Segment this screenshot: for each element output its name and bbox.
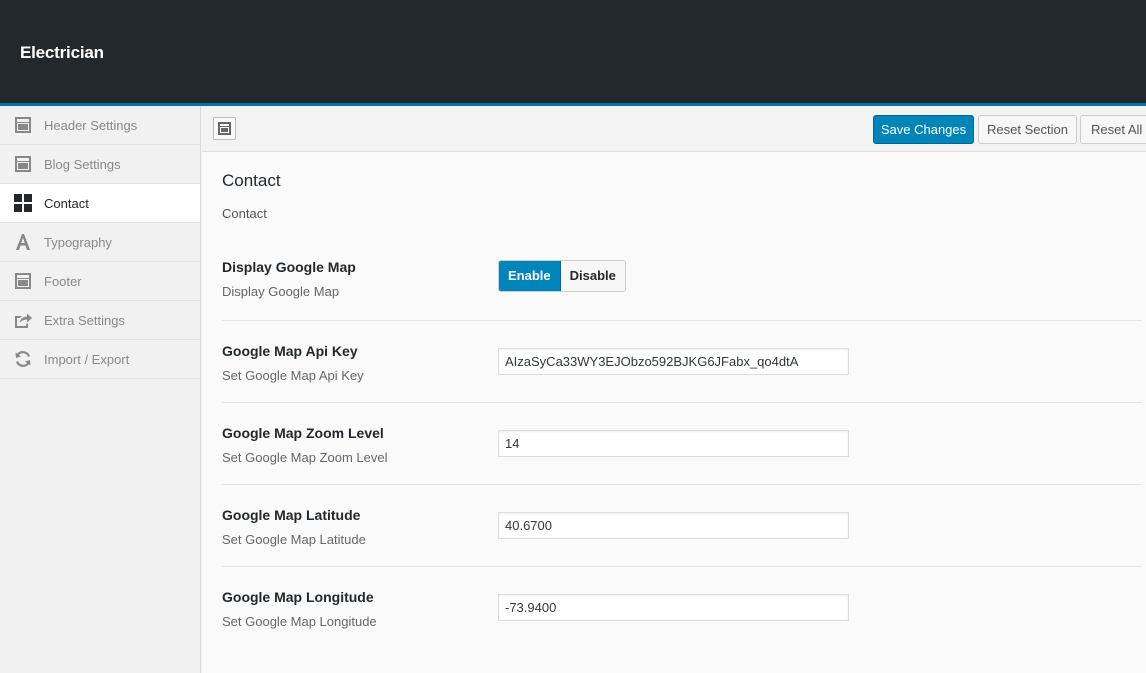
zoom-level-input[interactable] [498,430,849,457]
field-label: Google Map Latitude [222,507,361,523]
sidebar-item-extra-settings[interactable]: Extra Settings [0,301,200,340]
sidebar-item-label: Import / Export [44,352,130,367]
sidebar-item-header-settings[interactable]: Header Settings [0,106,200,145]
disable-button[interactable]: Disable [560,261,625,291]
display-map-switch: Enable Disable [498,260,626,292]
section-description: Contact [222,206,267,221]
reset-all-button[interactable]: Reset All [1080,115,1146,144]
field-google-map-latitude: Google Map Latitude Set Google Map Latit… [222,485,1142,567]
layout-icon [218,122,231,135]
refresh-icon [15,351,31,367]
enable-button[interactable]: Enable [499,261,561,291]
sidebar-item-label: Contact [44,196,89,211]
layout-icon [15,117,31,133]
sidebar-item-label: Footer [44,274,82,289]
field-subtitle: Set Google Map Longitude [222,614,377,629]
layout-icon [15,273,31,289]
typography-icon [16,234,30,250]
field-subtitle: Set Google Map Latitude [222,532,366,547]
field-google-map-api-key: Google Map Api Key Set Google Map Api Ke… [222,321,1142,403]
longitude-input[interactable] [498,594,849,621]
sidebar-item-label: Extra Settings [44,313,125,328]
field-label: Google Map Longitude [222,589,374,605]
sidebar-item-typography[interactable]: Typography [0,223,200,262]
sidebar-item-label: Typography [44,235,112,250]
field-subtitle: Set Google Map Api Key [222,368,364,383]
grid-icon [14,194,32,212]
reset-section-button[interactable]: Reset Section [978,115,1077,144]
sidebar-item-footer[interactable]: Footer [0,262,200,301]
main-content: Save Changes Reset Section Reset All Con… [202,106,1146,673]
latitude-input[interactable] [498,512,849,539]
top-bar: Electrician [0,0,1146,103]
sidebar: Header Settings Blog Settings Contact Ty… [0,106,201,673]
field-display-google-map: Display Google Map Display Google Map En… [222,243,1142,321]
layout-toggle-button[interactable] [213,117,236,140]
toolbar: Save Changes Reset Section Reset All [202,106,1146,152]
sidebar-item-import-export[interactable]: Import / Export [0,340,200,379]
field-label: Display Google Map [222,259,356,275]
field-label: Google Map Api Key [222,343,358,359]
section-title: Contact [222,171,281,190]
save-changes-button[interactable]: Save Changes [873,115,974,144]
share-icon [15,313,32,328]
field-subtitle: Display Google Map [222,284,340,299]
field-google-map-zoom-level: Google Map Zoom Level Set Google Map Zoo… [222,403,1142,485]
app-title: Electrician [20,43,104,62]
field-label: Google Map Zoom Level [222,425,384,441]
field-google-map-longitude: Google Map Longitude Set Google Map Long… [222,567,1142,649]
sidebar-item-label: Blog Settings [44,157,121,172]
sidebar-item-contact[interactable]: Contact [0,184,200,223]
sidebar-item-blog-settings[interactable]: Blog Settings [0,145,200,184]
api-key-input[interactable] [498,348,849,375]
sidebar-item-label: Header Settings [44,118,138,133]
field-subtitle: Set Google Map Zoom Level [222,450,388,465]
layout-icon [15,156,31,172]
